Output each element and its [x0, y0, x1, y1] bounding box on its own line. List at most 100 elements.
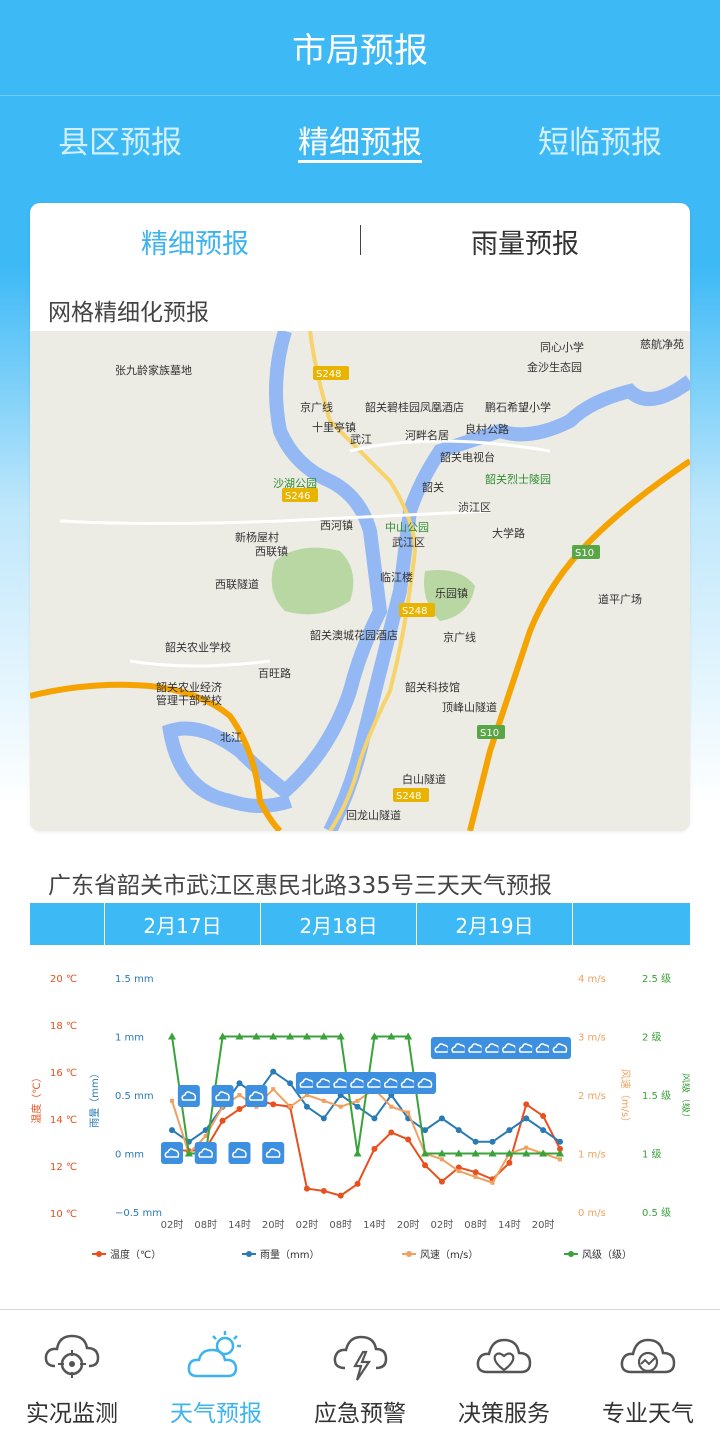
map-road-label: S248 [402, 606, 427, 617]
map-place-label: 韶关烈士陵园 [485, 472, 551, 486]
data-point [271, 1087, 276, 1092]
axis-title: 风级（级） [680, 1073, 690, 1123]
x-tick-label: 14时 [228, 1219, 251, 1231]
data-point [219, 1117, 226, 1124]
data-point [540, 1127, 547, 1134]
legend-label: 风级（级） [582, 1249, 632, 1261]
weather-cloud-icon [414, 1072, 437, 1094]
map-canvas[interactable]: 张九龄家族墓地 同心小学 慈航净苑金沙生态园京广线 韶关碧桂园凤凰酒店 鹏石希望小学十里… [30, 331, 690, 831]
cloud-chart-icon [620, 1338, 676, 1374]
tab-county-forecast[interactable]: 县区预报 [0, 97, 240, 177]
map-place-label: 韶关澳城花园酒店 [310, 628, 398, 642]
forecast-card: 精细预报 雨量预报 网格精细化预报 张九龄家族墓地 同心小学 慈航净苑 金沙生态园 京广… [30, 203, 690, 831]
nav-emergency-warning[interactable]: 应急预警 [288, 1310, 432, 1430]
axis-tick-label: 0 m/s [578, 1208, 606, 1219]
map-place-label: 道平广场 [598, 592, 642, 606]
subtab-divider [360, 225, 361, 255]
data-point [170, 1098, 174, 1103]
x-tick-label: 20时 [397, 1219, 420, 1231]
map-place-label: 百旺路 [258, 667, 291, 680]
active-tab-underline [298, 160, 422, 163]
data-point [237, 1093, 242, 1097]
data-point [355, 1098, 360, 1103]
axis-tick-label: 3 m/s [578, 1033, 606, 1044]
data-point [303, 1103, 310, 1110]
data-point [371, 1145, 378, 1152]
data-point [456, 1169, 461, 1174]
x-tick-label: 14时 [498, 1219, 521, 1231]
data-point [422, 1162, 429, 1169]
map-place-label: 京广线 [443, 630, 476, 644]
tab-fine-forecast[interactable]: 精细预报 [240, 97, 480, 177]
data-point [506, 1159, 513, 1166]
tab-label: 县区预报 [58, 125, 182, 161]
subtab-rainfall-forecast[interactable]: 雨量预报 [360, 222, 690, 261]
weather-cloud-icon [549, 1037, 571, 1059]
data-point [438, 1178, 445, 1185]
data-point [540, 1113, 547, 1120]
data-point [287, 1080, 294, 1087]
axis-title: 温度（℃） [30, 1072, 43, 1123]
map-place-label: 韶关科技馆 [405, 680, 460, 694]
axis-tick-label: 1 m/s [578, 1150, 606, 1161]
map-place-label: 韶关碧桂园凤凰酒店 [365, 400, 464, 414]
weather-cloud-icon [228, 1142, 251, 1164]
axis-tick-label: 12 ℃ [50, 1162, 77, 1173]
page-title: 市局预报 [0, 0, 720, 96]
nav-decision-service[interactable]: 决策服务 [432, 1310, 576, 1430]
data-point [389, 1104, 394, 1109]
date-cell-spacer [573, 903, 690, 945]
data-point [506, 1127, 513, 1134]
tab-nowcast[interactable]: 短临预报 [480, 97, 720, 177]
data-point [406, 1110, 411, 1115]
axis-tick-label: −0.5 mm [115, 1208, 162, 1219]
forecast-chart: 20 ℃ 18 ℃ 16 ℃ 14 ℃ 12 ℃ 10 ℃ 1.5 mm 1 mm 0.5 mm… [30, 958, 692, 1288]
subtab-fine-forecast[interactable]: 精细预报 [30, 222, 360, 261]
data-point [489, 1138, 496, 1145]
map-title: 网格精细化预报 [48, 300, 209, 326]
nav-label: 决策服务 [458, 1401, 550, 1427]
nav-label: 实况监测 [26, 1401, 118, 1427]
axis-tick-label: 14 ℃ [50, 1115, 77, 1126]
axis-tick-label: 0.5 mm [115, 1091, 154, 1102]
legend-marker [406, 1251, 412, 1257]
data-point [405, 1136, 412, 1143]
x-tick-label: 20时 [532, 1219, 555, 1231]
forecast-title: 广东省韶关市武江区惠民北路335号三天天气预报 [48, 873, 552, 899]
data-point [523, 1101, 530, 1108]
data-point [354, 1180, 361, 1187]
grid-forecast-map[interactable]: 张九龄家族墓地 同心小学 慈航净苑 金沙生态园 京广线 韶关碧桂园凤凰酒店 鹏石希望小学 十里… [30, 331, 690, 831]
x-tick-label: 20时 [262, 1219, 285, 1231]
map-road-label: S248 [316, 369, 341, 380]
data-point [168, 1032, 176, 1040]
axis-title: 风速（m/s） [619, 1069, 631, 1127]
legend-label: 雨量（mm） [260, 1249, 319, 1261]
axis-tick-label: 16 ℃ [50, 1068, 77, 1079]
map-road-label: S10 [480, 728, 499, 739]
data-point [288, 1104, 293, 1109]
legend-label: 温度（℃） [110, 1248, 161, 1261]
nav-weather-forecast[interactable]: 天气预报 [144, 1310, 288, 1430]
axis-tick-label: 2 m/s [578, 1091, 606, 1102]
forecast-chart-canvas: 20 ℃ 18 ℃ 16 ℃ 14 ℃ 12 ℃ 10 ℃ 1.5 mm 1 mm 0.5 mm… [30, 973, 692, 1261]
date-cell: 2月19日 [417, 903, 573, 945]
axis-tick-label: 4 m/s [578, 974, 606, 985]
axis-tick-label: 18 ℃ [50, 1021, 77, 1032]
x-tick-label: 02时 [296, 1219, 319, 1231]
nav-live-monitoring[interactable]: 实况监测 [0, 1310, 144, 1430]
axis-title: 雨量（mm） [89, 1068, 101, 1127]
x-tick-label: 08时 [194, 1219, 217, 1231]
map-place-label: 武江区 [392, 536, 425, 549]
cloud-lightning-icon [333, 1335, 388, 1381]
map-place-label: 管理干部学校 [156, 693, 222, 707]
legend-marker [568, 1251, 574, 1257]
map-place-label: 鹏石希望小学 [485, 400, 551, 414]
map-place-label: 韶关电视台 [440, 450, 495, 464]
axis-tick-label: 2.5 级 [642, 973, 671, 985]
axis-tick-label: 0.5 级 [642, 1207, 671, 1219]
nav-professional-weather[interactable]: 专业天气 [576, 1310, 720, 1430]
weather-cloud-icon [161, 1142, 183, 1164]
data-point [236, 1080, 243, 1087]
nav-label: 专业天气 [602, 1401, 694, 1427]
sub-tab-bar: 精细预报 雨量预报 [30, 203, 690, 279]
